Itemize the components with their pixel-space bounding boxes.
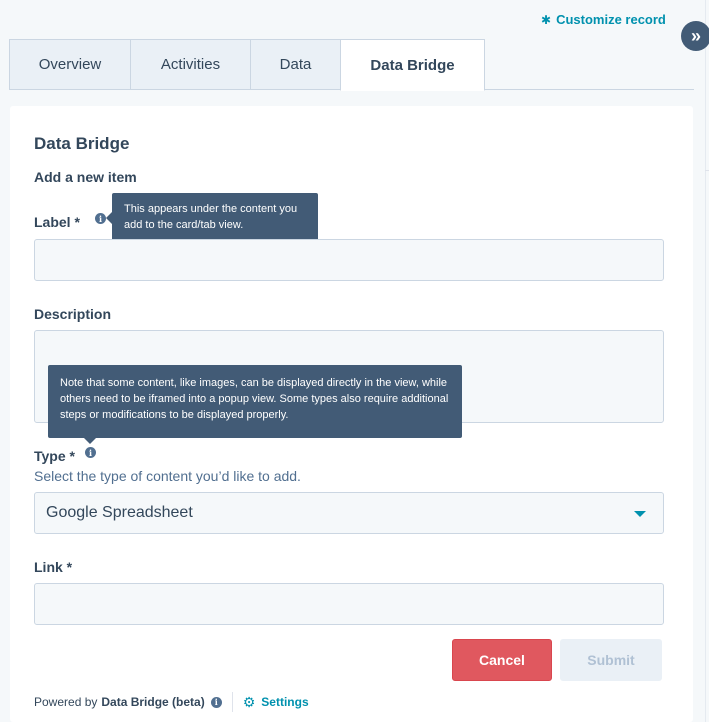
tab-label: Overview bbox=[38, 56, 102, 73]
tab-label: Activities bbox=[160, 56, 221, 73]
customize-record-label: Customize record bbox=[556, 12, 666, 27]
settings-link[interactable]: ⚙ Settings bbox=[243, 694, 309, 711]
label-field-label-text: Label * bbox=[34, 214, 80, 230]
caret-down-icon bbox=[634, 511, 646, 517]
tab-label: Data Bridge bbox=[370, 56, 455, 74]
cancel-button[interactable]: Cancel bbox=[452, 639, 552, 681]
type-select[interactable]: Google Spreadsheet bbox=[34, 492, 664, 534]
link-field-label: Link * bbox=[34, 559, 73, 575]
type-select-value: Google Spreadsheet bbox=[46, 504, 193, 521]
powered-by-text: Powered by bbox=[34, 695, 98, 709]
label-input[interactable] bbox=[34, 239, 664, 281]
label-tooltip-text: This appears under the content you add t… bbox=[124, 203, 298, 231]
footer-divider bbox=[231, 692, 233, 712]
type-help-text: Select the type of content you’d like to… bbox=[34, 468, 301, 484]
tab-data[interactable]: Data bbox=[250, 39, 340, 90]
tab-activities[interactable]: Activities bbox=[130, 39, 250, 90]
tooltip-arrow bbox=[84, 438, 96, 444]
right-panel-divider-tick bbox=[705, 170, 709, 171]
card-title: Data Bridge bbox=[34, 134, 130, 153]
type-field-label: Type * bbox=[34, 448, 75, 464]
description-field-label: Description bbox=[34, 306, 112, 322]
info-icon[interactable]: i bbox=[210, 696, 222, 708]
tooltip-arrow bbox=[106, 212, 112, 224]
section-subtitle: Add a new item bbox=[34, 169, 137, 185]
gear-icon: ✱ bbox=[541, 12, 552, 27]
description-tooltip: Note that some content, like images, can… bbox=[48, 365, 462, 444]
link-input[interactable] bbox=[34, 583, 664, 625]
label-field-label: Label * bbox=[34, 214, 80, 230]
info-icon[interactable]: i bbox=[95, 213, 106, 224]
tab-label: Data bbox=[279, 56, 312, 73]
tab-data-bridge[interactable]: Data Bridge bbox=[340, 39, 485, 91]
settings-label: Settings bbox=[261, 695, 309, 709]
tab-overview[interactable]: Overview bbox=[9, 39, 130, 90]
submit-button[interactable]: Submit bbox=[560, 639, 662, 681]
footer: Powered by Data Bridge (beta) i ⚙ Settin… bbox=[34, 692, 309, 712]
label-tooltip: This appears under the content you add t… bbox=[106, 193, 318, 244]
record-tabs: Overview Activities Data Data Bridge bbox=[9, 39, 694, 91]
description-tooltip-text: Note that some content, like images, can… bbox=[60, 377, 449, 421]
right-panel-divider bbox=[705, 0, 706, 722]
info-icon[interactable]: i bbox=[85, 447, 96, 458]
gear-icon: ⚙ bbox=[242, 693, 256, 710]
product-name: Data Bridge (beta) bbox=[101, 695, 205, 709]
customize-record-link[interactable]: ✱ Customize record bbox=[541, 12, 666, 27]
